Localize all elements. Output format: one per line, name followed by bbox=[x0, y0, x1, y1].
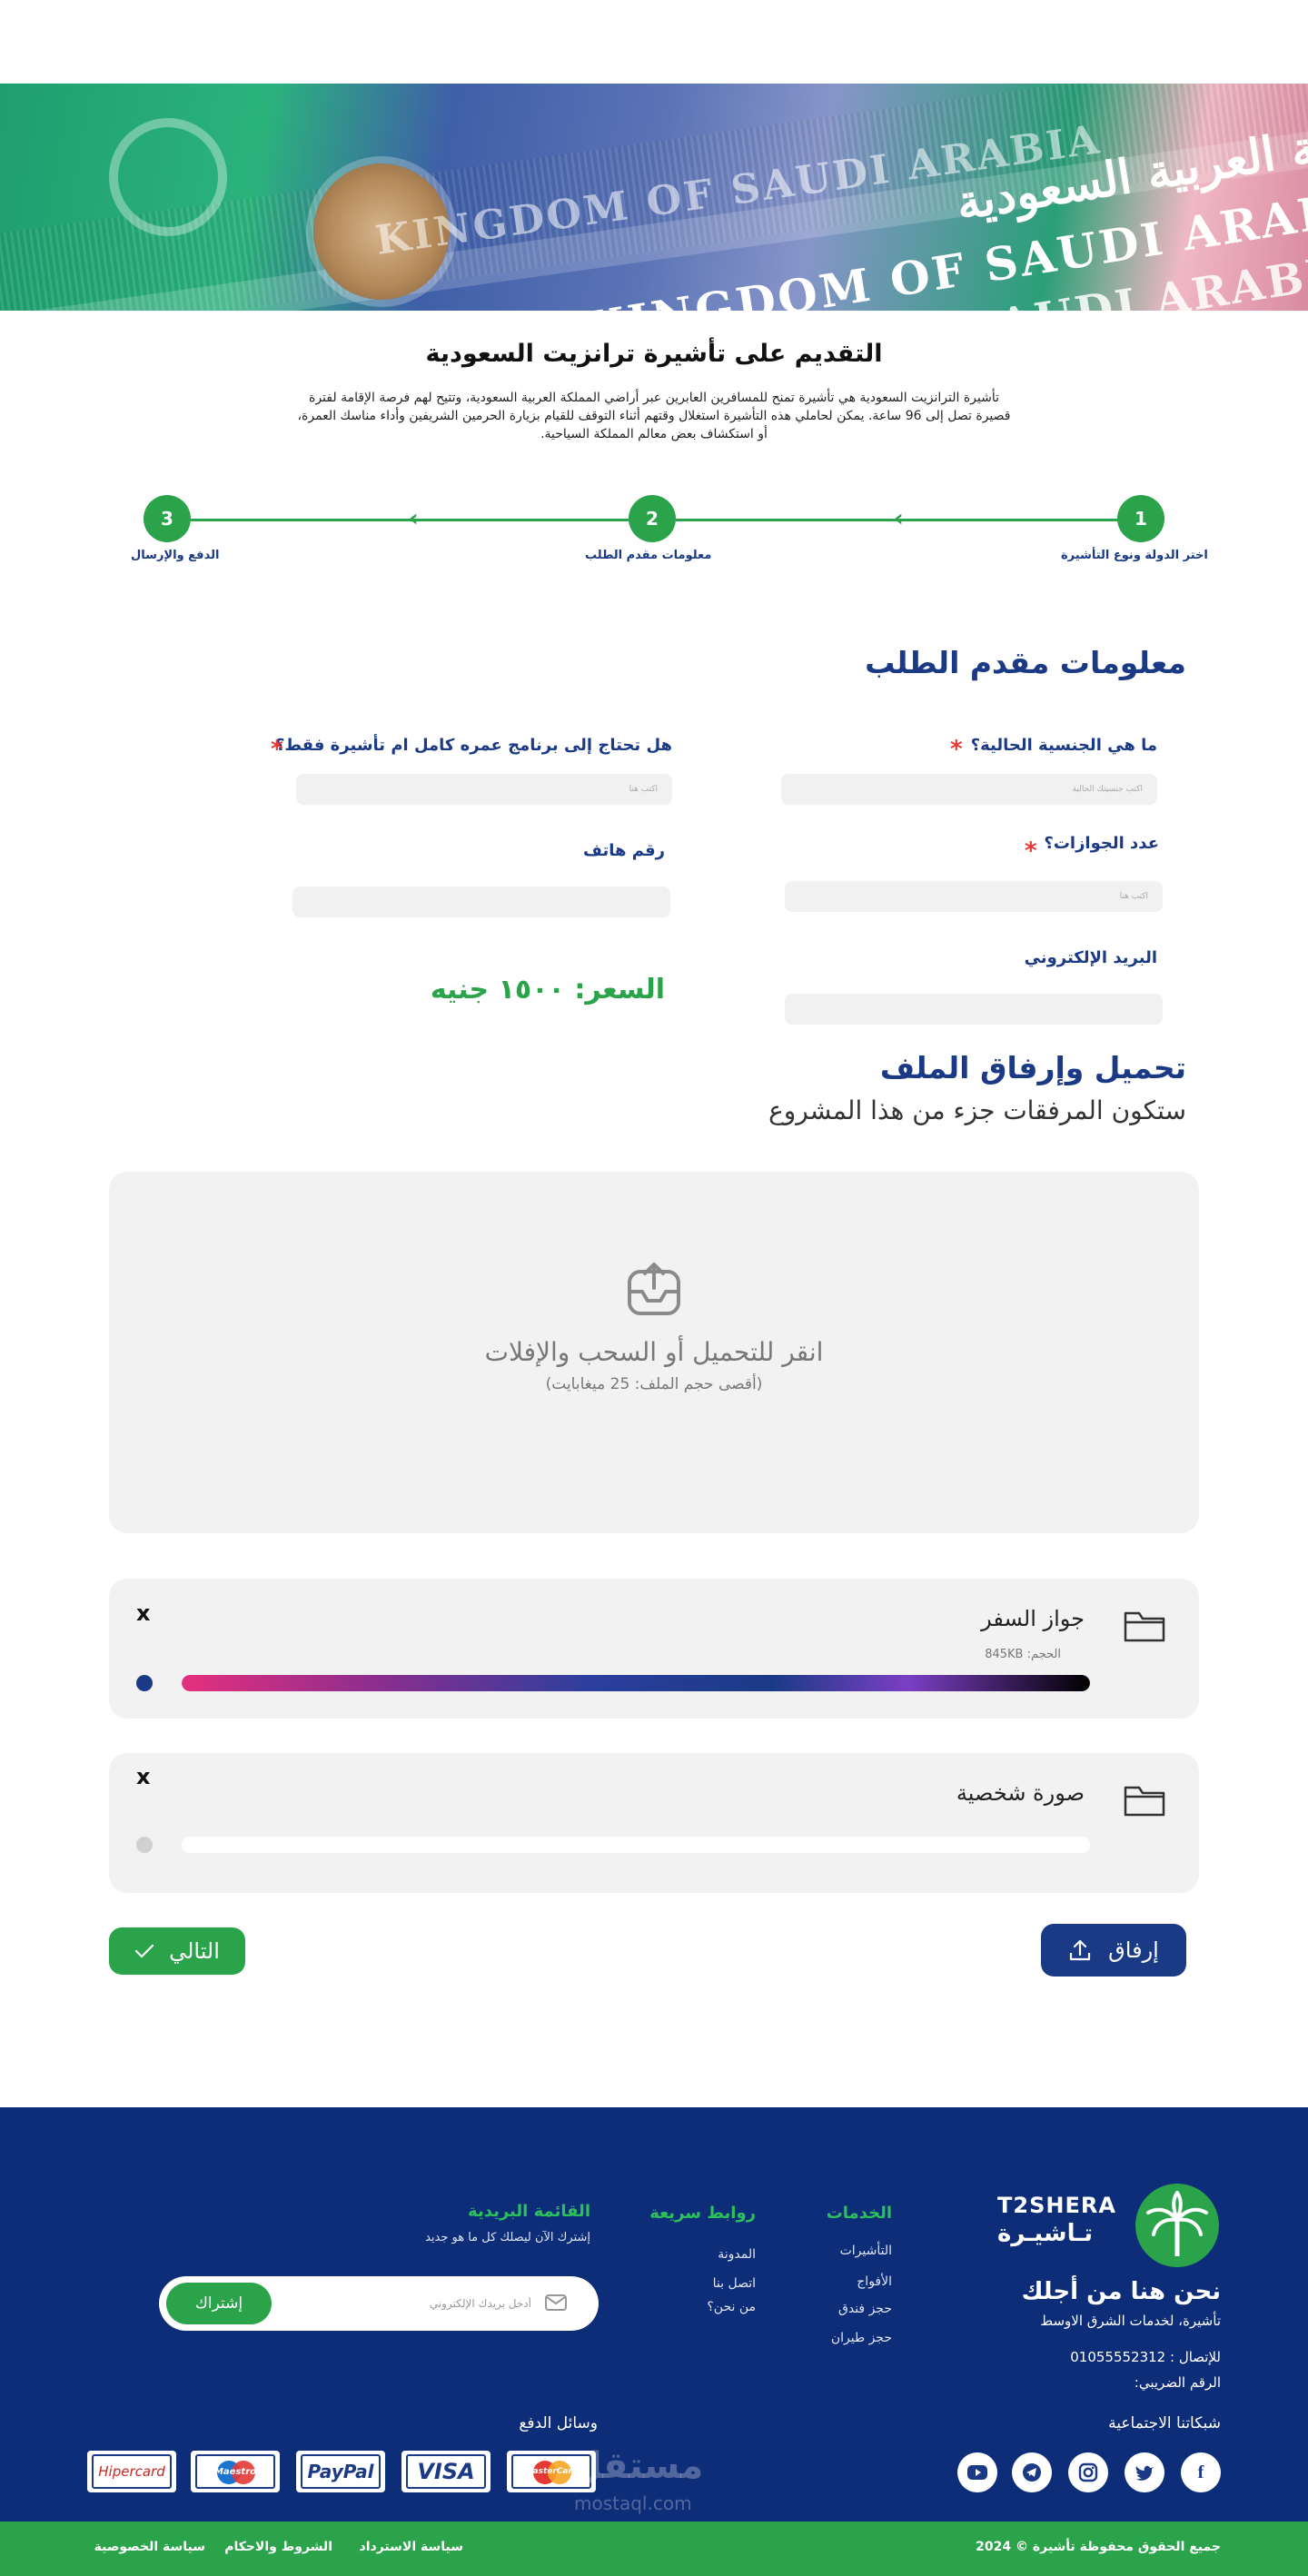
footer-link[interactable]: من نحن؟ bbox=[707, 2300, 756, 2314]
footer-bottom-bar: جميع الحقوق محفوظة تأشيرة © 2024 سياسة ا… bbox=[0, 2522, 1308, 2576]
required-mark: * bbox=[950, 736, 963, 763]
youtube-icon[interactable] bbox=[957, 2452, 997, 2492]
nationality-input[interactable] bbox=[781, 774, 1157, 805]
footer-link[interactable]: حجز فندق bbox=[838, 2302, 892, 2316]
upload-progress-bar bbox=[182, 1675, 1090, 1691]
email-input[interactable] bbox=[785, 994, 1163, 1025]
footer-link[interactable]: حجز طيران bbox=[831, 2331, 892, 2345]
upload-progress-bar bbox=[182, 1837, 1090, 1853]
social-title: شبكاتنا الاجتماعية bbox=[1108, 2414, 1221, 2432]
brand-name-ar: تـاشيـرة bbox=[997, 2220, 1094, 2247]
palm-icon bbox=[1146, 2191, 1208, 2256]
brand-name-en: T2SHERA bbox=[997, 2193, 1116, 2218]
attach-button[interactable]: إرفاق bbox=[1041, 1924, 1186, 1977]
hero-banner: KINGDOM OF SAUDI ARABIA KINGDOM OF SAUDI… bbox=[0, 84, 1308, 311]
watermark-url: mostaql.com bbox=[574, 2492, 692, 2514]
next-button[interactable]: التالي bbox=[109, 1927, 245, 1975]
twitter-icon[interactable] bbox=[1125, 2452, 1164, 2492]
step-1-circle[interactable]: 1 bbox=[1117, 495, 1164, 542]
folder-icon bbox=[1124, 1611, 1165, 1642]
watermark: مستقل bbox=[570, 2445, 704, 2487]
program-label: هل تحتاج إلى برنامج عمره كامل ام تأشيرة … bbox=[274, 736, 672, 755]
check-icon bbox=[134, 1944, 154, 1958]
newsletter-title: القائمة البريدية bbox=[468, 2202, 590, 2221]
file-name: صورة شخصية bbox=[956, 1780, 1085, 1806]
passports-label: عدد الجوازات؟ bbox=[1044, 834, 1159, 853]
upload-subtitle: ستكون المرفقات جزء من هذا المشروع bbox=[768, 1095, 1186, 1125]
mail-icon bbox=[545, 2294, 567, 2311]
file-name: جواز السفر bbox=[981, 1606, 1085, 1631]
telegram-icon[interactable] bbox=[1012, 2452, 1052, 2492]
upload-title: تحميل وإرفاق الملف bbox=[879, 1050, 1186, 1085]
email-label: البريد الإلكتروني bbox=[1024, 948, 1157, 967]
footer-link[interactable]: الأفواج bbox=[857, 2274, 892, 2289]
step-3-circle[interactable]: 3 bbox=[144, 495, 191, 542]
folder-icon bbox=[1124, 1786, 1165, 1817]
refund-policy-link[interactable]: سياسة الاسترداد bbox=[360, 2540, 463, 2554]
hipercard-logo: Hipercard bbox=[87, 2451, 176, 2492]
close-icon[interactable]: x bbox=[136, 1600, 150, 1626]
chevron-left-icon: ‹ bbox=[409, 505, 419, 532]
hero-seal-outline bbox=[109, 118, 227, 236]
file-dropzone[interactable]: انقر للتحميل أو السحب والإفلات (أقصى حجم… bbox=[109, 1172, 1199, 1533]
instagram-icon[interactable] bbox=[1068, 2452, 1108, 2492]
file-card-passport: جواز السفر الحجم: 845KB x bbox=[109, 1579, 1199, 1719]
footer-contact: للإتصال : 01055552312 bbox=[1070, 2349, 1221, 2365]
passports-input[interactable] bbox=[785, 881, 1163, 912]
footer: T2SHERA تـاشيـرة نحن هنا من أجلك تأشيرة،… bbox=[0, 2107, 1308, 2576]
dropzone-title: انقر للتحميل أو السحب والإفلات bbox=[484, 1337, 824, 1367]
status-dot bbox=[136, 1675, 153, 1691]
upload-icon bbox=[628, 1263, 680, 1315]
step-3-label: الدفع والإرسال bbox=[131, 549, 220, 562]
footer-headline: نحن هنا من أجلك bbox=[1021, 2278, 1221, 2305]
nationality-label: ما هي الجنسية الحالية؟ bbox=[970, 736, 1157, 755]
visa-logo: VISA bbox=[401, 2451, 490, 2492]
phone-input[interactable] bbox=[292, 887, 670, 917]
attach-button-label: إرفاق bbox=[1108, 1937, 1159, 1963]
upload-progress-fill bbox=[182, 1675, 1090, 1691]
terms-link[interactable]: الشروط والاحكام bbox=[224, 2540, 332, 2554]
maestro-logo: Maestro bbox=[191, 2451, 280, 2492]
copyright: جميع الحقوق محفوظة تأشيرة © 2024 bbox=[976, 2540, 1221, 2554]
file-card-photo: صورة شخصية x bbox=[109, 1753, 1199, 1893]
step-2-circle[interactable]: 2 bbox=[629, 495, 676, 542]
next-button-label: التالي bbox=[169, 1938, 220, 1964]
step-1-label: اختر الدولة ونوع التأشيرة bbox=[1061, 549, 1208, 562]
footer-link[interactable]: المدونة bbox=[718, 2247, 756, 2262]
close-icon[interactable]: x bbox=[136, 1764, 150, 1789]
links-title: روابط سريعة bbox=[649, 2204, 756, 2223]
newsletter-text: إشترك الآن ليصلك كل ما هو جديد bbox=[425, 2231, 590, 2244]
subscribe-button[interactable]: إشتراك bbox=[166, 2283, 272, 2324]
program-input[interactable] bbox=[296, 774, 672, 805]
phone-label: رقم هاتف bbox=[583, 841, 665, 860]
file-size: الحجم: 845KB bbox=[985, 1648, 1061, 1661]
dropzone-hint: (أقصى حجم الملف: 25 ميغابايت) bbox=[545, 1375, 763, 1393]
facebook-icon[interactable]: f bbox=[1181, 2452, 1221, 2492]
form-title: معلومات مقدم الطلب bbox=[865, 645, 1186, 680]
chevron-left-icon: ‹ bbox=[894, 505, 904, 532]
paypal-logo: PayPal bbox=[296, 2451, 385, 2492]
newsletter-form: إشتراك bbox=[159, 2276, 599, 2331]
required-mark: * bbox=[271, 736, 283, 763]
upload-icon bbox=[1070, 1939, 1091, 1961]
price-label: السعر: ١٥٠٠ جنيه bbox=[430, 974, 665, 1006]
required-mark: * bbox=[1025, 837, 1037, 865]
footer-tagline: تأشيرة، لخدمات الشرق الاوسط bbox=[1040, 2313, 1221, 2329]
services-title: الخدمات bbox=[826, 2204, 892, 2223]
status-dot bbox=[136, 1837, 153, 1853]
footer-link[interactable]: التأشيرات bbox=[840, 2244, 892, 2258]
payment-title: وسائل الدفع bbox=[519, 2414, 598, 2432]
step-2-label: معلومات مقدم الطلب bbox=[585, 549, 712, 562]
newsletter-email-input[interactable] bbox=[286, 2287, 531, 2320]
logo-icon bbox=[1135, 2184, 1219, 2267]
page-intro: تأشيرة الترانزيت السعودية هي تأشيرة تمنح… bbox=[297, 391, 1011, 441]
footer-tax: الرقم الضريبي: bbox=[1134, 2374, 1221, 2391]
footer-link[interactable]: اتصل بنا bbox=[713, 2276, 756, 2291]
page-title: التقديم على تأشيرة ترانزيت السعودية bbox=[425, 340, 883, 368]
privacy-policy-link[interactable]: سياسة الخصوصية bbox=[94, 2540, 205, 2554]
